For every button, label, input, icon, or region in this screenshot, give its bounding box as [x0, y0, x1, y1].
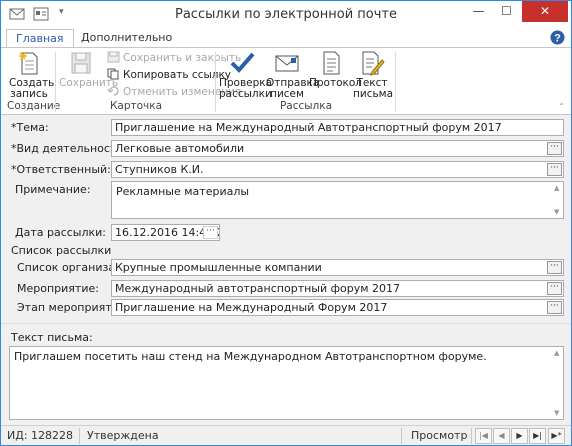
note-label: Примечание: [15, 183, 91, 196]
form-divider [1, 323, 571, 324]
letter-text-value: Приглашем посетить наш стенд на Междунар… [14, 350, 487, 363]
date-picker-button[interactable]: ··· [203, 226, 218, 239]
envelope-icon [275, 55, 299, 72]
save-button[interactable]: Сохранить [59, 50, 118, 89]
create-record-button[interactable]: Создать запись [9, 50, 54, 100]
stage-field[interactable]: Приглашение на Международный Форум 2017 … [111, 299, 564, 316]
nav-prev-button[interactable]: ◀ [493, 428, 510, 444]
nav-new-button[interactable]: ▶* [548, 428, 565, 444]
status-separator [401, 428, 402, 444]
activity-label: *Вид деятельности: [11, 142, 128, 155]
undo-icon [107, 86, 119, 96]
date-label: Дата рассылки: [15, 226, 107, 239]
help-icon[interactable]: ? [550, 30, 565, 45]
note-scrollbar[interactable]: ▲ ▼ [552, 182, 563, 218]
activity-value: Легковые автомобили [115, 142, 245, 155]
letter-text-label: Текст письма [353, 77, 394, 100]
letter-text-field[interactable]: Приглашем посетить наш стенд на Междунар… [9, 346, 564, 420]
event-field[interactable]: Международный автотранспортный форум 201… [111, 280, 564, 297]
orgs-field[interactable]: Крупные промышленные компании ··· [111, 259, 564, 276]
collapse-ribbon-icon[interactable]: ⌃ [558, 102, 565, 111]
note-field[interactable]: Рекламные материалы ▲ ▼ [111, 181, 564, 219]
close-button[interactable]: ✕ [522, 1, 568, 22]
save-icon [71, 52, 91, 74]
activity-field[interactable]: Легковые автомобили ··· [111, 140, 564, 157]
status-bar: ИД: 128228 Утверждена Просмотр |◀ ◀ ▶ ▶|… [1, 425, 571, 445]
create-record-label: Создать запись [9, 77, 55, 100]
ribbon: Создать запись Создание Сохранить Сохран… [1, 47, 571, 115]
ribbon-separator [215, 52, 216, 112]
responsible-label: *Ответственный: [11, 163, 111, 176]
tab-home[interactable]: Главная [6, 29, 74, 48]
maximize-button[interactable]: ☐ [493, 1, 520, 22]
title-bar: ▾ Рассылки по электронной почте — ☐ ✕ [1, 1, 571, 29]
scroll-up-icon[interactable]: ▲ [554, 184, 559, 192]
event-label: Мероприятие: [17, 282, 99, 295]
check-mailing-label: Проверка рассылки [219, 77, 273, 100]
topic-label: *Тема: [11, 121, 49, 134]
copy-link-icon [107, 68, 119, 80]
check-mailing-button[interactable]: Проверка рассылки [219, 50, 272, 100]
nav-last-button[interactable]: ▶| [529, 428, 546, 444]
group-label-mailing: Рассылка [279, 100, 333, 112]
activity-lookup-button[interactable]: ··· [547, 142, 562, 155]
record-id: ИД: 128228 [7, 429, 74, 442]
app-window: ▾ Рассылки по электронной почте — ☐ ✕ Гл… [0, 0, 572, 446]
mailing-list-section: Список рассылки [11, 244, 112, 257]
ribbon-separator [55, 52, 56, 112]
scroll-up-icon[interactable]: ▲ [554, 349, 559, 357]
ribbon-separator [395, 52, 396, 112]
date-field[interactable]: 16.12.2016 14:45:29 ··· [111, 224, 220, 241]
orgs-value: Крупные промышленные компании [115, 261, 322, 274]
group-label-create: Создание [7, 100, 61, 112]
edit-document-icon [362, 51, 385, 76]
save-close-icon [107, 51, 120, 63]
nav-next-button[interactable]: ▶ [511, 428, 528, 444]
status-separator [471, 428, 472, 444]
letter-scrollbar[interactable]: ▲ ▼ [552, 347, 563, 419]
letter-text-label: Текст письма: [11, 331, 93, 344]
event-lookup-button[interactable]: ··· [547, 282, 562, 295]
protocol-document-icon [323, 51, 340, 75]
stage-value: Приглашение на Международный Форум 2017 [115, 301, 388, 314]
responsible-lookup-button[interactable]: ··· [547, 163, 562, 176]
letter-text-button[interactable]: Текст письма [353, 50, 394, 100]
copy-link-button[interactable]: Копировать ссылку [107, 68, 231, 82]
protocol-button[interactable]: Протокол [309, 50, 362, 89]
new-document-icon [18, 52, 38, 75]
status-separator [79, 428, 80, 444]
event-value: Международный автотранспортный форум 201… [115, 282, 401, 295]
stage-lookup-button[interactable]: ··· [547, 301, 562, 314]
send-letters-button[interactable]: Отправка писем [266, 50, 319, 100]
note-value: Рекламные материалы [116, 185, 250, 198]
scroll-down-icon[interactable]: ▼ [554, 208, 559, 216]
orgs-lookup-button[interactable]: ··· [547, 261, 562, 274]
view-mode: Просмотр [411, 429, 468, 442]
record-state: Утверждена [87, 429, 159, 442]
nav-first-button[interactable]: |◀ [475, 428, 492, 444]
group-label-card: Карточка [109, 100, 163, 112]
responsible-value: Ступников К.И. [115, 163, 204, 176]
checkmark-icon [230, 52, 255, 73]
topic-field[interactable]: Приглашение на Международный Автотранспо… [111, 119, 564, 136]
tab-advanced[interactable]: Дополнительно [72, 29, 181, 47]
scroll-down-icon[interactable]: ▼ [554, 409, 559, 417]
responsible-field[interactable]: Ступников К.И. ··· [111, 161, 564, 178]
record-form: *Тема: Приглашение на Международный Авто… [1, 115, 571, 425]
ribbon-tabs: Главная Дополнительно ? [1, 29, 571, 48]
minimize-button[interactable]: — [465, 1, 492, 22]
svg-text:?: ? [554, 33, 561, 45]
